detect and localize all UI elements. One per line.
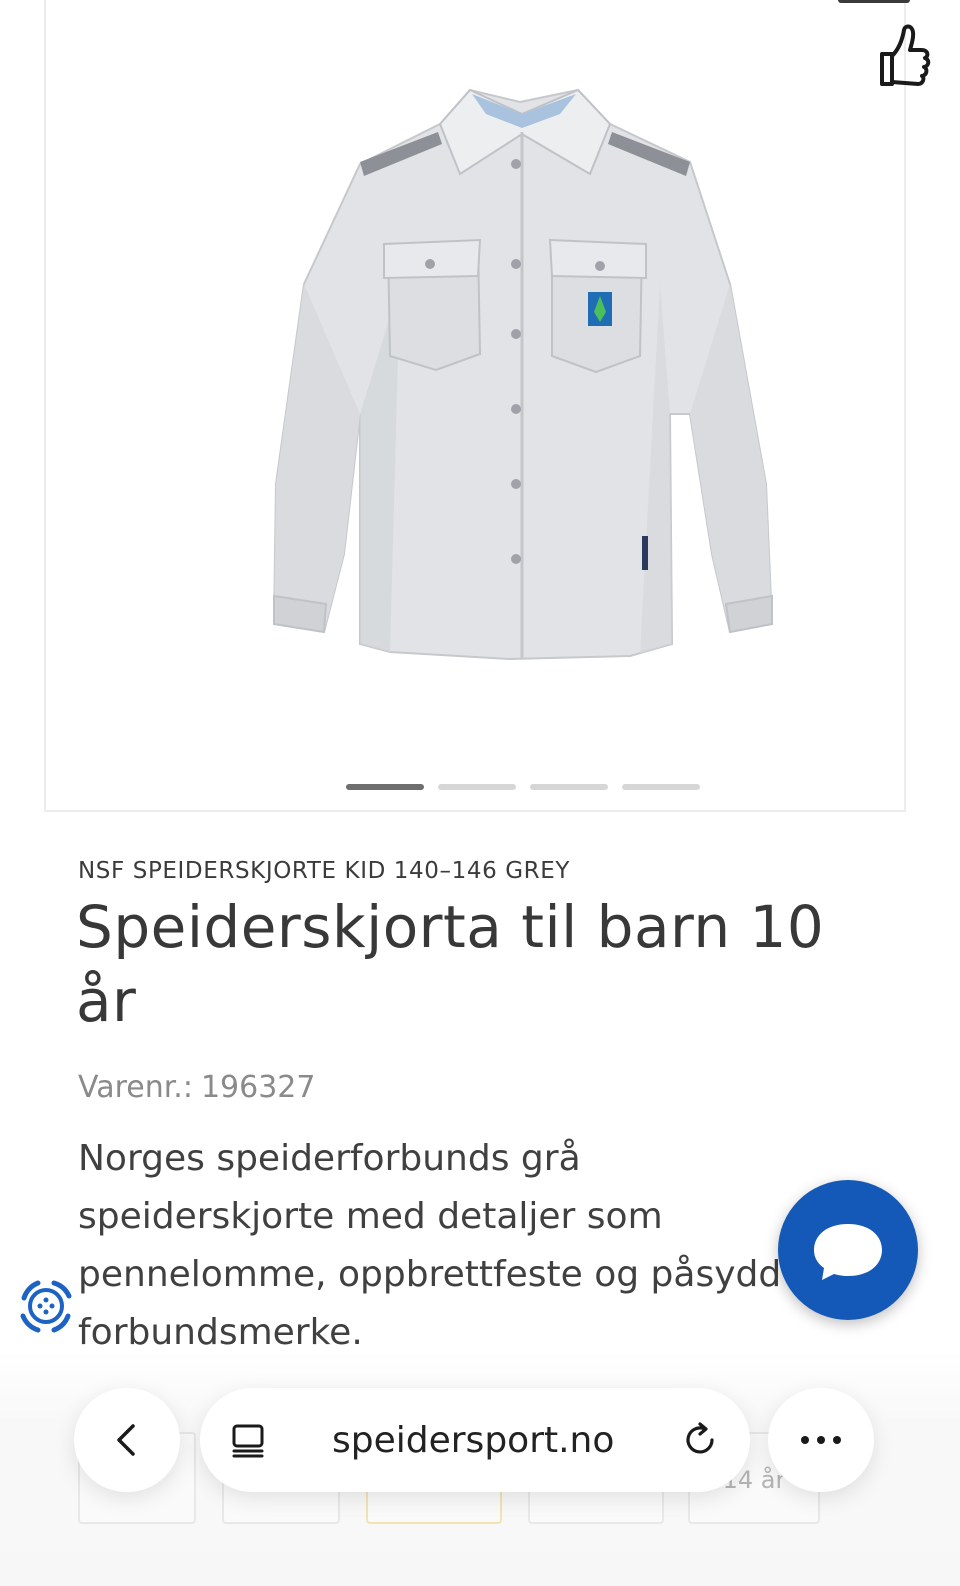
chevron-left-icon [117, 1424, 135, 1456]
gallery-dot-1[interactable] [346, 784, 424, 790]
product-sku: Varenr.: 196327 [78, 1070, 315, 1105]
product-title: Speiderskjorta til barn 10 år [76, 893, 825, 1035]
product-brand-line: NSF SPEIDERSKJORTE KID 140–146 GREY [78, 858, 571, 884]
chat-bubble-icon [814, 1224, 882, 1280]
gallery-top-handle [838, 0, 910, 3]
tabs-icon[interactable] [228, 1420, 268, 1460]
product-image-shirt[interactable] [260, 84, 790, 674]
browser-toolbar: speidersport.no [0, 1380, 960, 1510]
more-dots-icon [801, 1436, 841, 1444]
chat-button[interactable] [778, 1180, 918, 1320]
more-button[interactable] [768, 1388, 874, 1492]
sku-value: 196327 [200, 1070, 316, 1105]
gallery-pagination[interactable] [346, 784, 700, 790]
reload-icon[interactable] [680, 1420, 720, 1460]
product-gallery[interactable] [44, 0, 931, 812]
url-text[interactable]: speidersport.no [332, 1420, 614, 1461]
accessibility-button[interactable] [14, 1274, 78, 1338]
thumbs-up-icon[interactable] [868, 20, 934, 90]
accessibility-icon [20, 1280, 72, 1333]
address-bar[interactable]: speidersport.no [200, 1388, 750, 1492]
gallery-dot-2[interactable] [438, 784, 516, 790]
back-button[interactable] [74, 1388, 180, 1492]
gallery-dot-3[interactable] [530, 784, 608, 790]
sku-label: Varenr.: [78, 1070, 193, 1105]
product-description: Norges speiderforbunds grå speiderskjort… [78, 1138, 782, 1353]
gallery-dot-4[interactable] [622, 784, 700, 790]
